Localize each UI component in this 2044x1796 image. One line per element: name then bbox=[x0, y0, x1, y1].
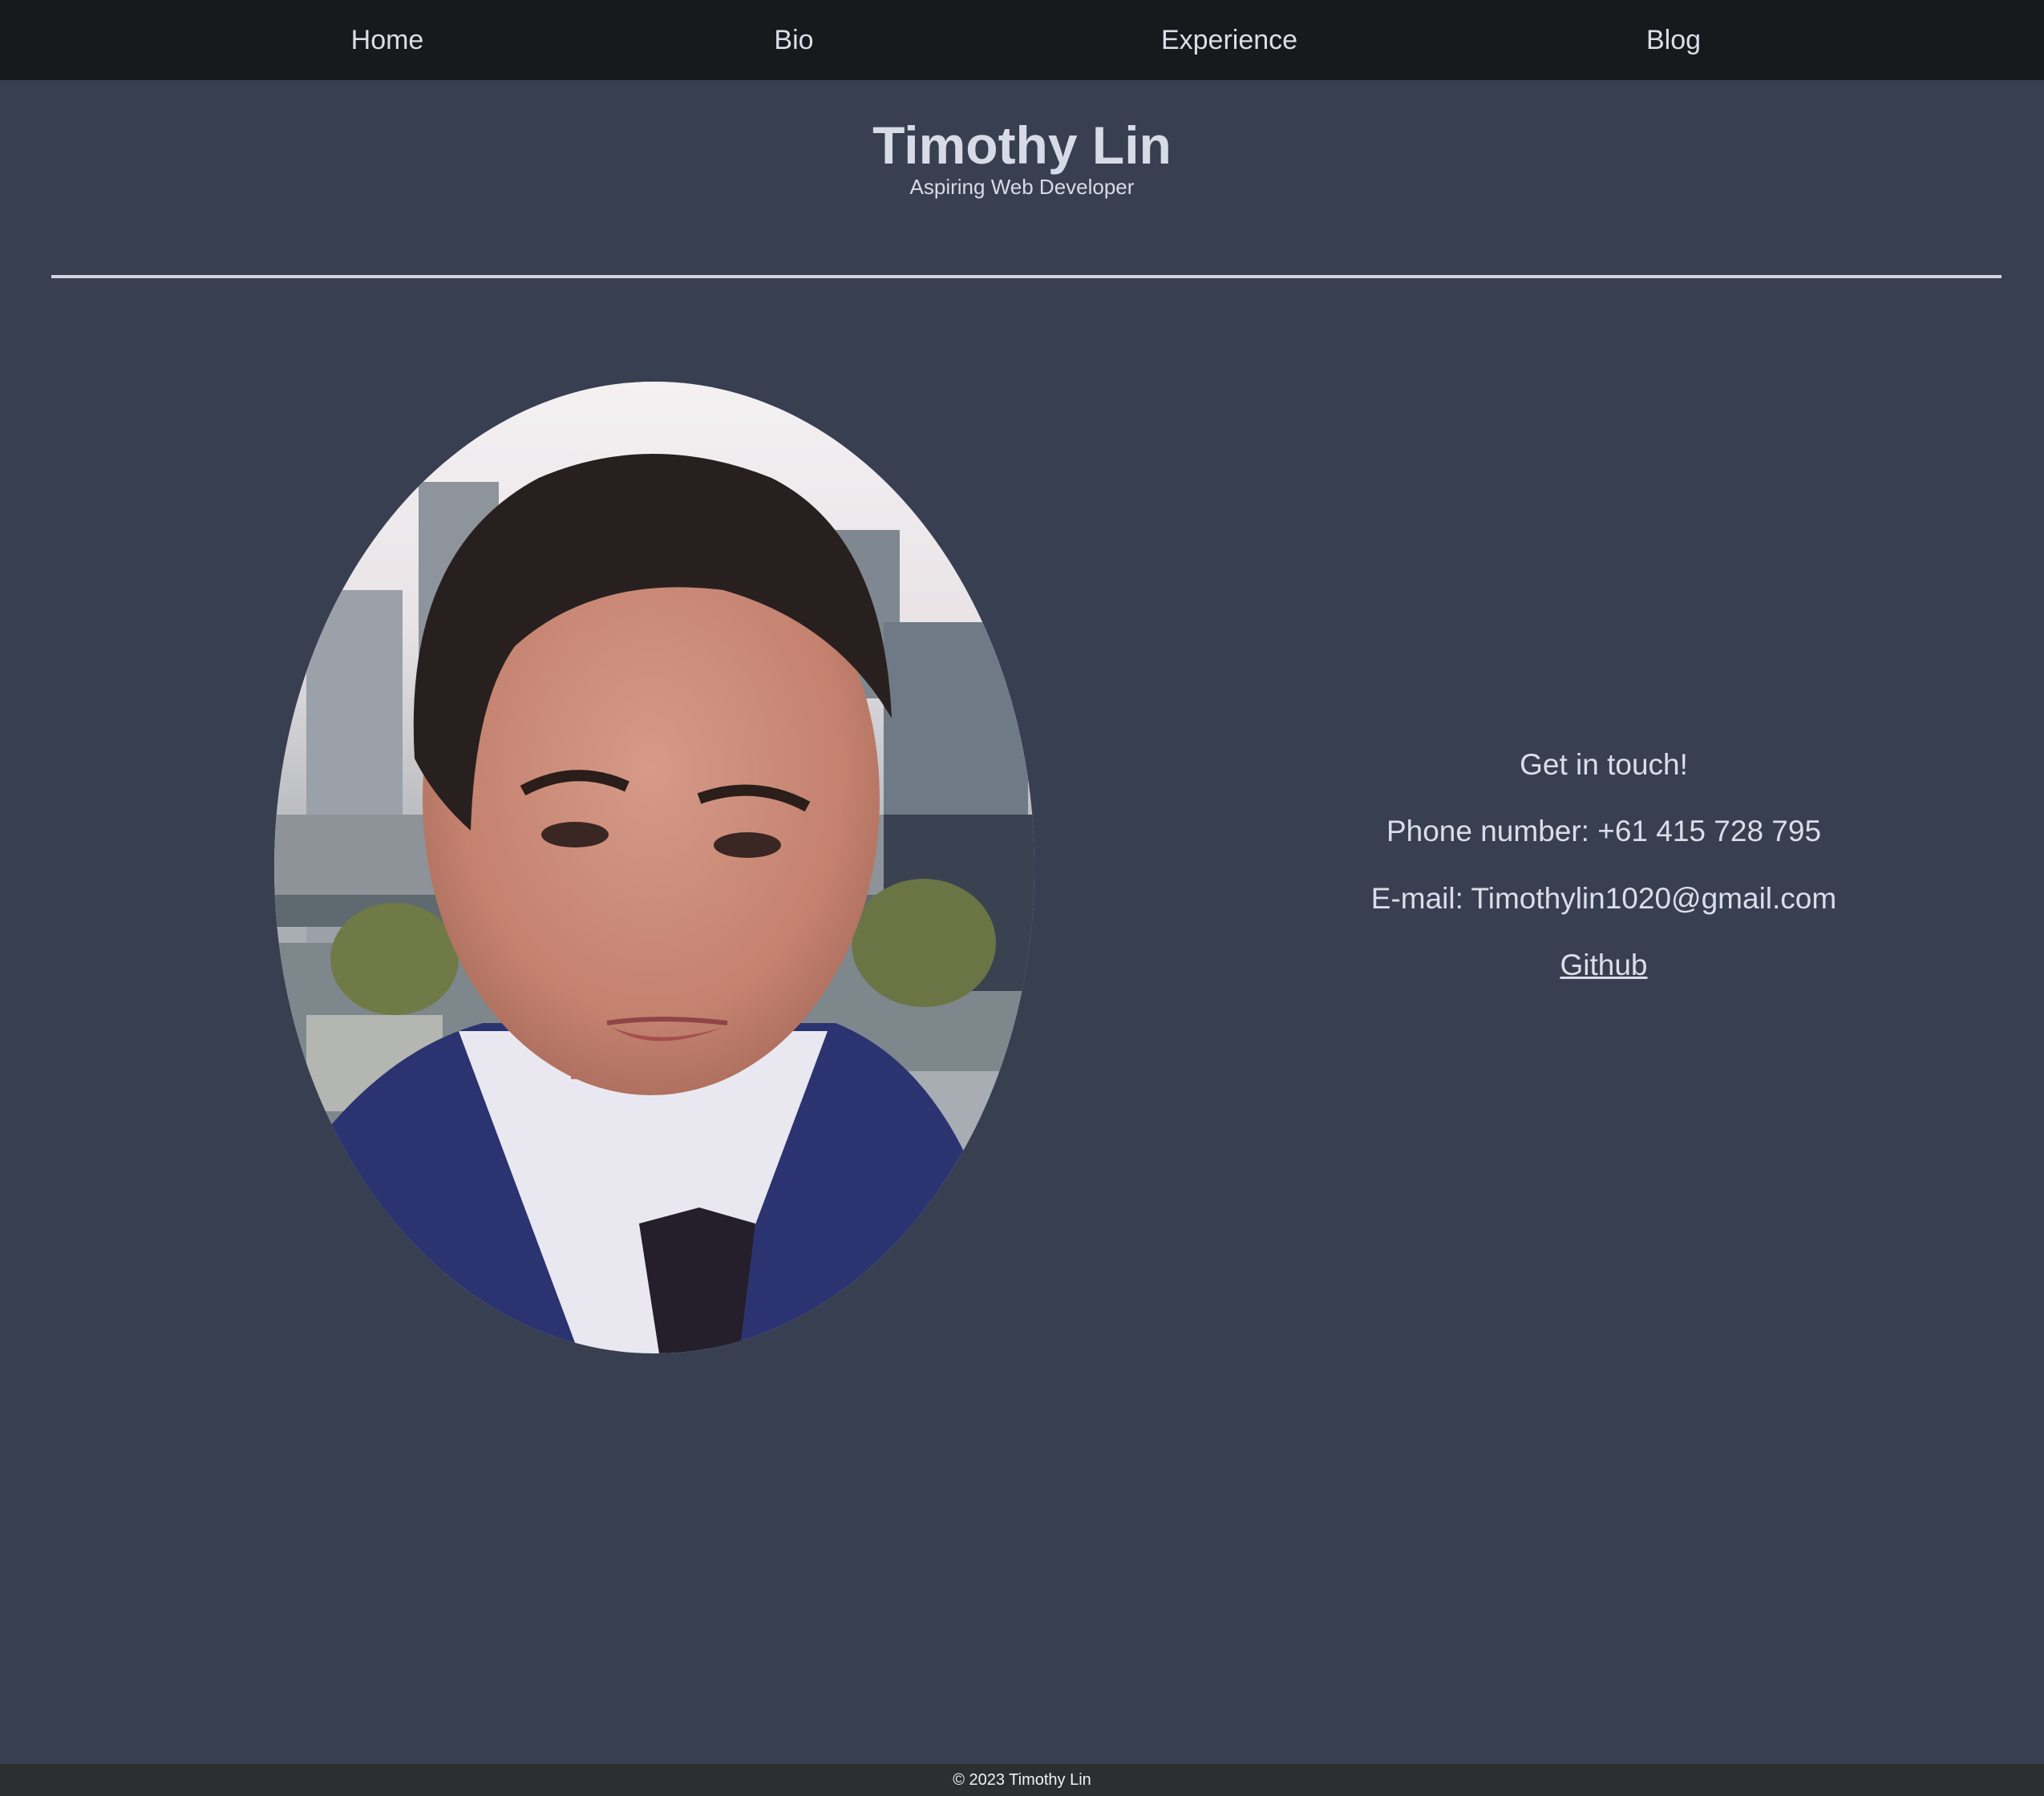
contact-email: E-mail: Timothylin1020@gmail.com bbox=[1370, 882, 1837, 915]
nav-link-home[interactable]: Home bbox=[351, 0, 424, 80]
profile-photo bbox=[274, 382, 1034, 1353]
footer: © 2023 Timothy Lin bbox=[0, 1764, 2044, 1796]
page-title: Timothy Lin bbox=[872, 115, 1172, 175]
contact-github-row: Github bbox=[1283, 948, 1925, 983]
github-link[interactable]: Github bbox=[1560, 949, 1647, 981]
contact-heading: Get in touch! bbox=[1520, 748, 1688, 781]
top-navbar: Home Bio Experience Blog bbox=[0, 0, 2044, 80]
contact-phone: Phone number: +61 415 728 795 bbox=[1386, 815, 1822, 847]
nav-link-blog[interactable]: Blog bbox=[1646, 0, 1701, 80]
footer-copyright: © 2023 Timothy Lin bbox=[953, 1771, 1091, 1789]
header-divider bbox=[51, 275, 2002, 278]
page-subtitle: Aspiring Web Developer bbox=[909, 175, 1135, 199]
nav-link-experience[interactable]: Experience bbox=[1161, 0, 1297, 80]
nav-link-bio[interactable]: Bio bbox=[774, 0, 813, 80]
